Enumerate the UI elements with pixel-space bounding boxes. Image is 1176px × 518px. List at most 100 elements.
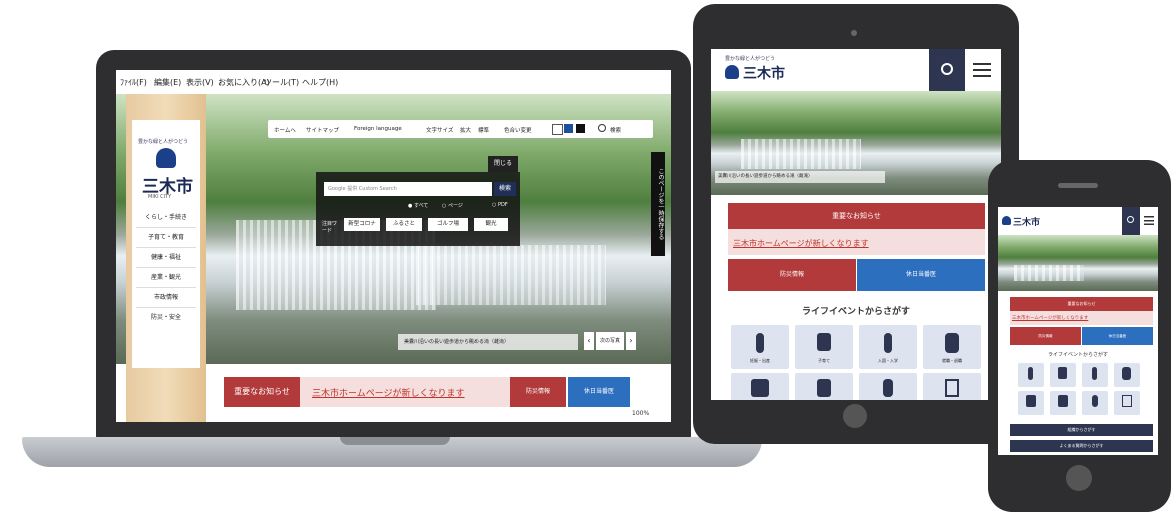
phone-disaster-info-button[interactable]: 防災情報	[1010, 327, 1081, 345]
phone-section-title: ライフイベントからさがす	[1047, 352, 1108, 358]
disaster-info-button[interactable]: 防災情報	[510, 377, 566, 407]
phone-speaker	[1058, 183, 1098, 188]
menu-view[interactable]: 表示(V)	[186, 77, 214, 88]
search-button[interactable]: 検索	[494, 182, 516, 196]
sidenav-item[interactable]: 産業・観光	[136, 268, 196, 288]
tablet-home-button[interactable]	[843, 404, 867, 428]
funeral-icon	[945, 379, 959, 397]
color-white-button[interactable]	[552, 124, 563, 135]
life-event-tile[interactable]	[1050, 391, 1076, 415]
laptop-notch	[340, 437, 450, 445]
search-toggle-label[interactable]: 検索	[610, 126, 621, 134]
life-event-tile[interactable]: 入園・入学	[859, 325, 917, 369]
life-event-tile[interactable]	[923, 373, 981, 400]
logo-panel: 豊かな緑と人がつどう 三木市 MIKI CITY くらし・手続き 子育て・教育 …	[132, 120, 200, 368]
keyword-button[interactable]: ふるさと	[386, 218, 422, 231]
radio-page[interactable]: ○ ページ	[442, 202, 463, 209]
menu-tools[interactable]: ツール(T)	[264, 77, 299, 88]
keyword-button[interactable]: ゴルフ場	[428, 218, 468, 231]
color-black-button[interactable]	[576, 124, 585, 133]
tablet-disaster-info-button[interactable]: 防災情報	[728, 259, 856, 291]
search-panel: Google 提供 Custom Search 検索 ● すべて ○ ページ ○…	[316, 172, 520, 246]
elderly-icon	[1092, 395, 1098, 407]
hero-caption: 美嚢川沿いの長い遊歩道から眺める滝（雌滝）	[398, 334, 578, 350]
phone-notice-link[interactable]: 三木市ホームページが新しくなります	[1012, 315, 1088, 321]
sidenav-item[interactable]: 防災・安全	[136, 308, 196, 327]
phone-search-button[interactable]	[1122, 207, 1140, 235]
life-event-tile[interactable]	[1082, 363, 1108, 387]
hamburger-menu-icon[interactable]	[1144, 216, 1154, 225]
life-event-tile[interactable]	[731, 373, 789, 400]
font-size-label: 文字サイズ	[426, 128, 454, 134]
life-event-label: 妊娠・出産	[750, 358, 770, 363]
marriage-icon	[1026, 395, 1036, 407]
sidenav-item[interactable]: 子育て・教育	[136, 228, 196, 248]
color-blue-button[interactable]	[564, 124, 573, 133]
childcare-icon	[817, 333, 831, 351]
housing-icon	[1058, 395, 1068, 407]
life-event-tile[interactable]	[1114, 391, 1140, 415]
elderly-icon	[883, 379, 893, 397]
tablet-holiday-doctor-button[interactable]: 休日当番医	[857, 259, 985, 291]
sidenav-item[interactable]: 市政情報	[136, 288, 196, 308]
font-enlarge-button[interactable]: 拡大	[460, 126, 471, 134]
life-event-tile[interactable]	[1050, 363, 1076, 387]
menu-edit[interactable]: 編集(E)	[154, 77, 181, 88]
life-event-tile[interactable]	[1018, 391, 1044, 415]
sitemap-link[interactable]: サイトマップ	[306, 126, 339, 134]
menu-file[interactable]: ﾌｧｲﾙ(F)	[120, 77, 147, 88]
holiday-doctor-button[interactable]: 休日当番医	[568, 377, 630, 407]
phone-holiday-doctor-button[interactable]: 休日当番医	[1082, 327, 1153, 345]
keyword-button[interactable]: 新型コロナ	[344, 218, 380, 231]
sidenav-item[interactable]: くらし・手続き	[136, 208, 196, 228]
tablet-section-title: ライフイベントからさがす	[801, 307, 910, 317]
tablet-waterfall	[741, 139, 861, 169]
life-event-tile[interactable]: 就職・退職	[923, 325, 981, 369]
search-input[interactable]: Google 提供 Custom Search	[324, 182, 492, 196]
phone-home-button[interactable]	[1066, 465, 1092, 491]
phone-faq-button[interactable]: よくある質問からさがす	[1010, 440, 1153, 452]
notice-link[interactable]: 三木市ホームページが新しくなります	[312, 386, 465, 399]
phone-organization-button[interactable]: 組織からさがす	[1010, 424, 1153, 436]
home-link[interactable]: ホームへ	[274, 126, 296, 134]
radio-pdf[interactable]: ○ PDF	[492, 202, 508, 208]
marriage-icon	[751, 379, 769, 397]
life-event-tile[interactable]	[1018, 363, 1044, 387]
life-event-tile[interactable]: 子育て	[795, 325, 853, 369]
tablet-notice-label: 重要なお知らせ	[728, 203, 985, 229]
life-event-tile[interactable]	[795, 373, 853, 400]
keyword-button[interactable]: 観光	[474, 218, 508, 231]
tablet-search-button[interactable]	[929, 49, 965, 91]
keyword-label: 注目ワード	[322, 221, 338, 234]
menu-favorites[interactable]: お気に入り(A)	[218, 77, 270, 88]
life-event-tile[interactable]	[1114, 363, 1140, 387]
close-button[interactable]: 閉じる	[488, 156, 518, 172]
phone-waterfall	[1014, 265, 1084, 281]
tablet-screen: 豊かな緑と人がつどう 三木市 美嚢川沿いの長い遊歩道から眺める滝（雌滝） 重要な…	[711, 49, 1001, 400]
foreign-language-link[interactable]: Foreign language	[354, 126, 402, 132]
life-event-tile[interactable]: 妊娠・出産	[731, 325, 789, 369]
close-label: 閉じる	[493, 160, 512, 167]
slide-prev-button[interactable]: ‹	[584, 332, 594, 350]
sidenav-item[interactable]: 健康・福祉	[136, 248, 196, 268]
life-event-tile[interactable]	[859, 373, 917, 400]
phone-header: 三木市	[998, 207, 1158, 235]
phone-screen: 三木市 重要なお知らせ 三木市ホームページが新しくなります 防災情報 休日当番医…	[998, 207, 1158, 455]
radio-all[interactable]: ● すべて	[408, 202, 428, 209]
radio-page-label: ページ	[447, 203, 463, 209]
school-entry-icon	[884, 333, 892, 353]
zoom-level[interactable]: 100%	[632, 410, 649, 417]
notice-label: 重要なお知らせ	[224, 377, 300, 407]
childcare-icon	[1058, 367, 1067, 379]
life-event-tile[interactable]	[1082, 391, 1108, 415]
font-standard-button[interactable]: 標準	[478, 126, 489, 134]
slide-next-label[interactable]: 次の写真	[596, 332, 624, 350]
hamburger-menu-icon[interactable]	[973, 63, 991, 77]
slide-next-button[interactable]: ›	[626, 332, 636, 350]
search-icon[interactable]	[598, 124, 606, 132]
tablet-notice-link[interactable]: 三木市ホームページが新しくなります	[733, 238, 869, 249]
logo-tagline: 豊かな緑と人がつどう	[138, 139, 189, 145]
menu-help[interactable]: ヘルプ(H)	[302, 77, 338, 88]
save-page-strip[interactable]: このページを一時保存する	[651, 152, 665, 256]
life-event-label: 就職・退職	[942, 358, 962, 363]
